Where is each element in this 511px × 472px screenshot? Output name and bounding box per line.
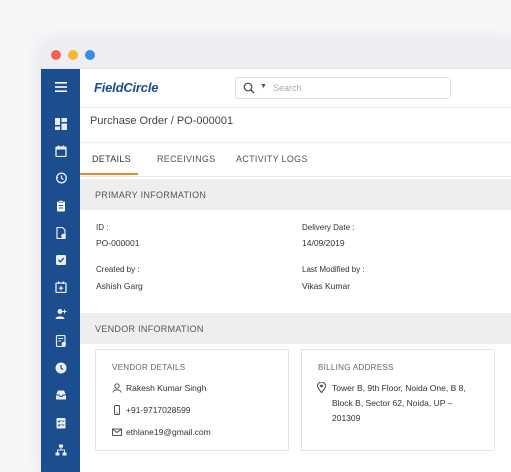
tab-details[interactable]: DETAILS [92,154,131,164]
search-filter-caret-icon[interactable]: ▼ [260,83,267,90]
user-add-icon[interactable] [41,303,80,325]
search-icon [243,82,255,94]
search-input[interactable] [273,81,443,95]
checkbox-icon[interactable] [41,249,80,271]
calendar-plus-icon[interactable] [41,276,80,298]
sidebar [41,69,80,472]
menu-icon[interactable] [41,76,80,98]
report-icon[interactable] [41,330,80,352]
last-modified-value: Vikas Kumar [302,281,351,291]
tab-receivings[interactable]: RECEIVINGS [157,154,216,164]
primary-information-title: PRIMARY INFORMATION [95,190,207,200]
location-pin-icon [317,382,326,393]
top-bar: FieldCircle ▼ [80,69,511,108]
phone-icon [114,405,120,415]
mail-icon [112,428,122,436]
clock-icon[interactable] [41,357,80,379]
history-icon[interactable] [41,167,80,189]
delivery-date-value: 14/09/2019 [302,238,345,248]
dashboard-icon[interactable] [41,113,80,135]
vendor-name: Rakesh Kumar Singh [126,383,207,393]
vendor-information-title: VENDOR INFORMATION [95,324,204,334]
last-modified-label: Last Modified by : [302,265,365,274]
tab-bar: DETAILS RECEIVINGS ACTIVITY LOGS [80,142,511,177]
tab-activity-logs[interactable]: ACTIVITY LOGS [236,154,308,164]
window-titlebar [41,41,511,69]
search-box[interactable]: ▼ [235,77,451,99]
id-label: ID : [96,223,109,232]
vendor-email[interactable]: ethlane19@gmail.com [126,427,211,437]
minimize-window-dot[interactable] [68,50,78,60]
user-icon [112,383,122,393]
delivery-date-label: Delivery Date : [302,223,355,232]
checklist-icon[interactable] [41,412,80,434]
calendar-icon[interactable] [41,140,80,162]
active-tab-indicator [80,173,138,175]
created-by-value: Ashish Garg [96,281,143,291]
billing-address-text: Tower B, 9th Floor, Noida One, B 8, Bloc… [332,383,466,423]
document-settings-icon[interactable] [41,222,80,244]
vendor-information-header: VENDOR INFORMATION [80,313,511,344]
hierarchy-icon[interactable] [41,439,80,461]
created-by-label: Created by : [96,265,140,274]
breadcrumb: Purchase Order / PO-000001 [90,115,234,127]
clipboard-icon[interactable] [41,195,80,217]
billing-address-card: BILLING ADDRESS Tower B, 9th Floor, Noid… [301,349,495,451]
primary-information-header: PRIMARY INFORMATION [80,179,511,210]
vendor-details-card: VENDOR DETAILS Rakesh Kumar Singh +91-97… [95,349,289,451]
maximize-window-dot[interactable] [85,50,95,60]
vendor-details-title: VENDOR DETAILS [112,363,186,372]
close-window-dot[interactable] [51,50,61,60]
vendor-phone[interactable]: +91-9717028599 [126,405,191,415]
inbox-icon[interactable] [41,384,80,406]
id-value: PO-000001 [96,238,140,248]
fieldcircle-logo[interactable]: FieldCircle [94,80,158,95]
billing-address-title: BILLING ADDRESS [318,363,394,372]
